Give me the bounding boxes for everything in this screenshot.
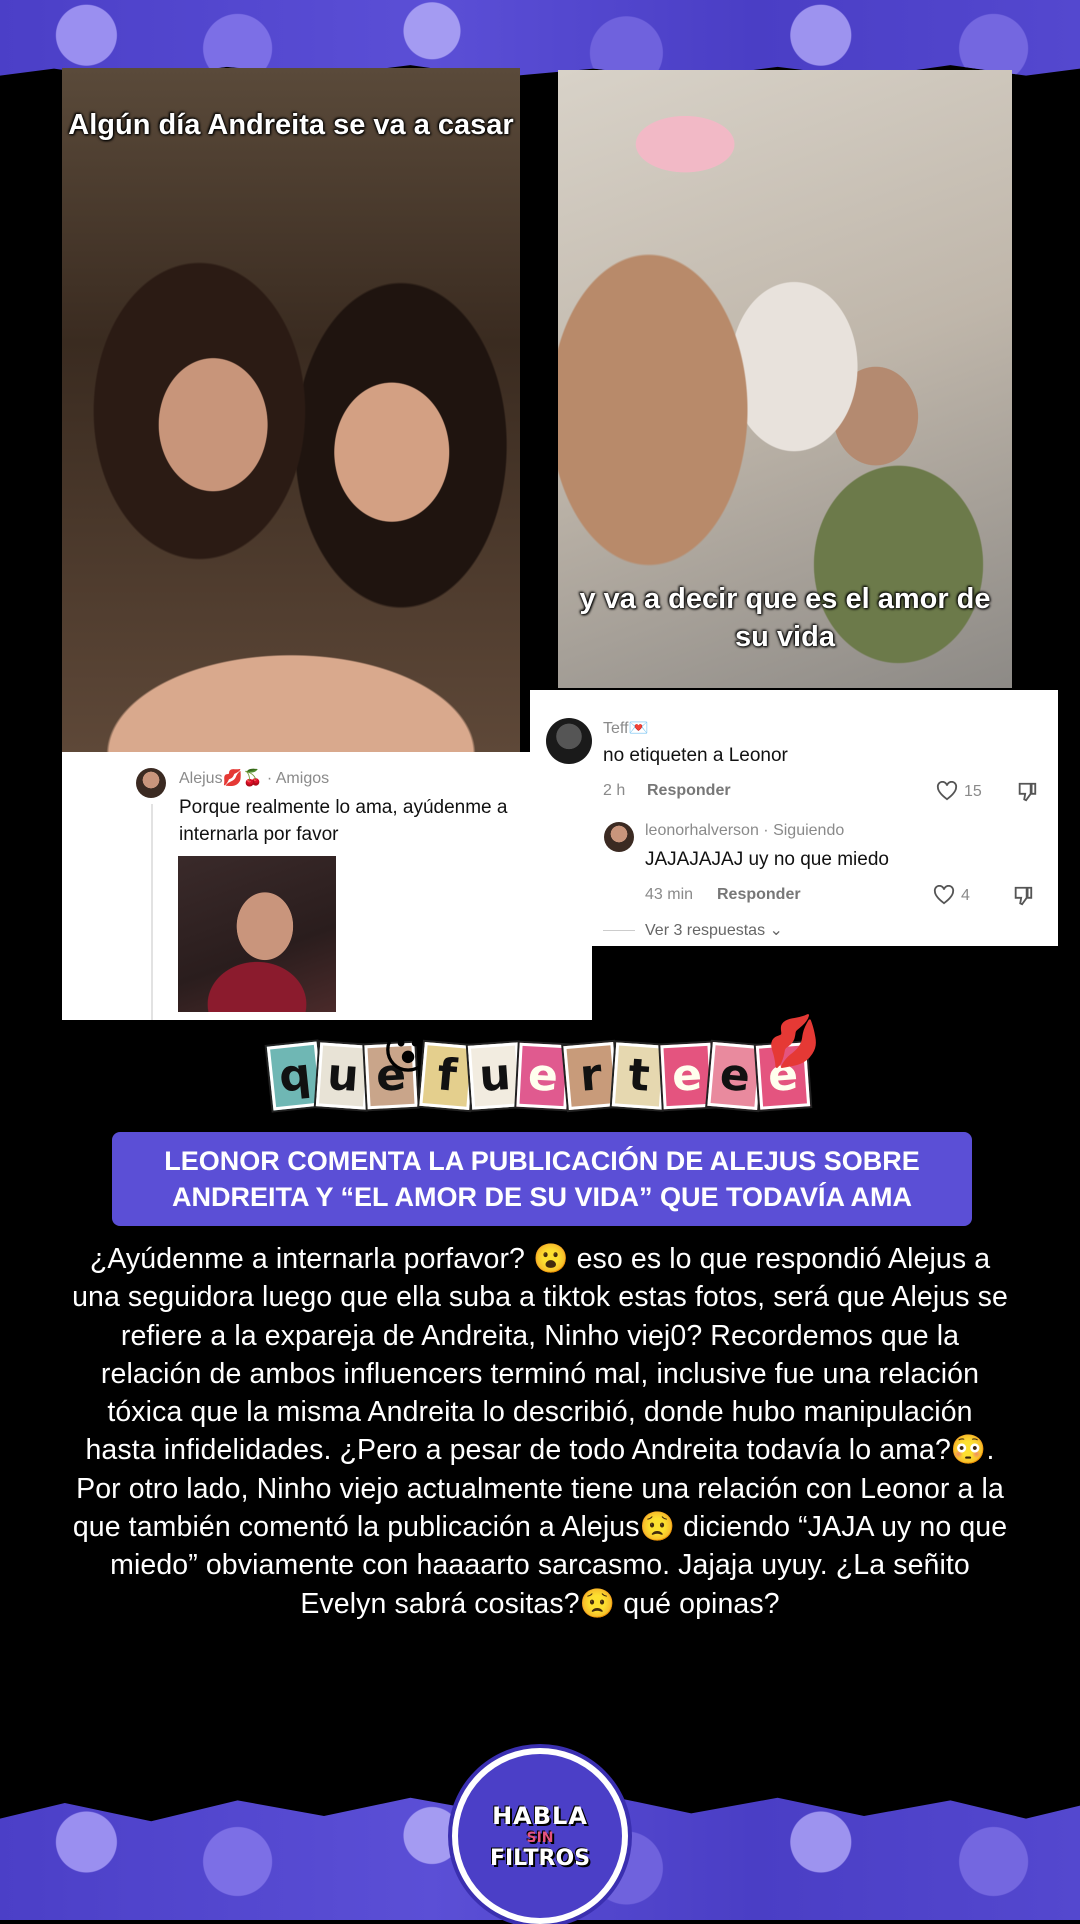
comment-text: Porque realmente lo ama, ayúdenme a inte… <box>179 797 508 845</box>
sticker-letter: e <box>707 1041 763 1111</box>
reply-time: 43 min <box>645 886 694 903</box>
sticker-letter: f <box>419 1041 475 1111</box>
left-comment-card: Alejus💋🍒 · Amigos Porque realmente lo am… <box>62 752 592 1020</box>
thread-line <box>151 804 153 1020</box>
like-count: 15 <box>964 783 982 800</box>
sticker-letter: t <box>611 1042 667 1110</box>
logo-line: SIN <box>526 1829 554 1846</box>
right-comment-card: Teff💌 no etiqueten a Leonor 2 h Responde… <box>530 690 1058 946</box>
sticker-letter: q <box>266 1041 324 1111</box>
chevron-down-icon: ⌄ <box>769 922 783 939</box>
heart-icon[interactable] <box>933 885 955 905</box>
view-replies-link[interactable]: Ver 3 respuestas ⌄ <box>645 920 783 940</box>
left-photo: Algún día Andreita se va a casar <box>62 68 520 754</box>
kiss-lips-icon: 💋 <box>760 1011 827 1074</box>
divider <box>603 930 635 931</box>
left-photo-caption: Algún día Andreita se va a casar <box>68 109 514 141</box>
avatar <box>546 718 592 764</box>
reply-text: JAJAJAJAJ uy no que miedo <box>645 849 889 870</box>
dislike-icon[interactable] <box>1012 885 1034 907</box>
article-body: ¿Ayúdenme a internarla porfavor? 😮 eso e… <box>72 1243 1008 1620</box>
avatar <box>604 822 634 852</box>
habla-sin-filtros-logo: HABLA SIN FILTROS <box>452 1748 628 1924</box>
reply-username: leonorhalverson · Siguiendo <box>645 822 845 839</box>
comment-username: Teff💌 <box>603 720 649 737</box>
headline-banner: LEONOR COMENTA LA PUBLICACIÓN DE ALEJUS … <box>112 1132 972 1226</box>
comment-username: Alejus💋🍒 · Amigos <box>179 770 330 787</box>
que-fuerte-sticker: q u e 😮 f u e r t e e e 💋 <box>262 1011 832 1122</box>
logo-line: FILTROS <box>489 1845 591 1871</box>
comment-gif-image <box>178 856 336 1012</box>
sticker-letter: u <box>467 1042 523 1110</box>
comment-time: 2 h <box>603 782 626 799</box>
reply-button[interactable]: Responder <box>647 782 731 800</box>
reply-button[interactable]: Responder <box>717 886 801 904</box>
avatar <box>136 768 166 798</box>
like-count: 4 <box>961 887 970 904</box>
headline-text: LEONOR COMENTA LA PUBLICACIÓN DE ALEJUS … <box>164 1146 920 1212</box>
right-photo: y va a decir que es el amor de su vida <box>558 70 1012 688</box>
right-photo-caption: y va a decir que es el amor de su vida <box>579 583 991 653</box>
sticker-letter: e <box>516 1042 570 1110</box>
view-replies-label: Ver 3 respuestas <box>645 922 766 939</box>
heart-icon[interactable] <box>936 781 958 801</box>
logo-line: HABLA <box>492 1801 588 1830</box>
dislike-icon[interactable] <box>1016 781 1038 803</box>
sticker-letter: r <box>563 1041 619 1111</box>
sticker-letter: u <box>315 1042 371 1110</box>
comment-text: no etiqueten a Leonor <box>603 745 788 766</box>
sticker-letter: e <box>660 1042 714 1110</box>
